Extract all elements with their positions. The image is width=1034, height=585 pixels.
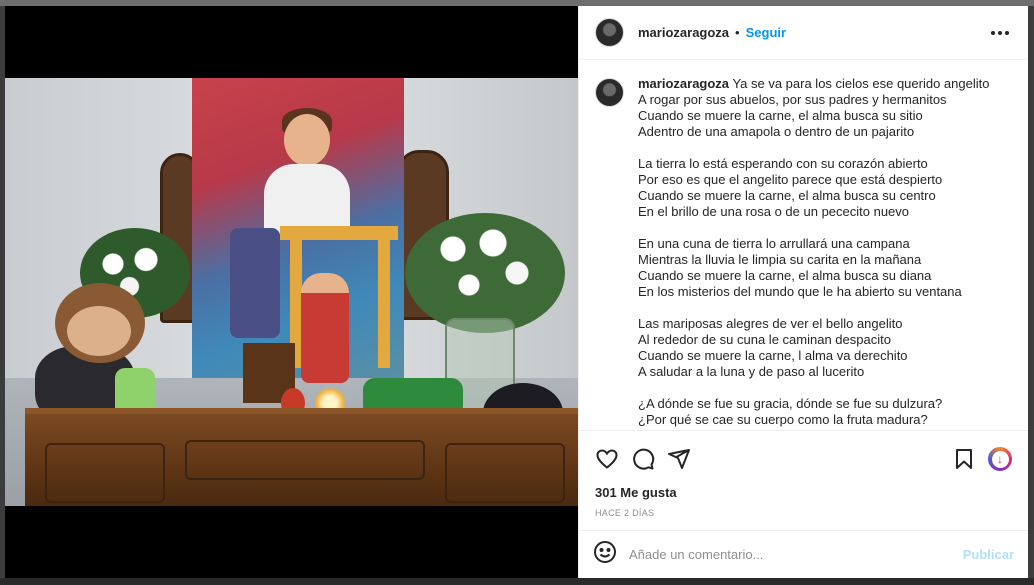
caption-line: La tierra lo está esperando con su coraz… <box>638 156 928 171</box>
caption: mariozaragoza Ya se va para los cielos e… <box>595 76 1012 430</box>
comment-input[interactable] <box>629 547 963 562</box>
caption-line: ¿Por qué se cae su cuerpo como la fruta … <box>638 412 928 427</box>
caption-line: A saludar a la luna y de paso al lucerit… <box>638 364 865 379</box>
post-timestamp[interactable]: HACE 2 DÍAS <box>589 500 1018 530</box>
comment-form: Publicar <box>579 530 1028 578</box>
heart-icon <box>596 449 618 469</box>
caption-stanza: Las mariposas alegres de ver el bello an… <box>638 316 989 380</box>
comment-icon <box>633 448 655 470</box>
caption-line: Mientras la lluvia le limpia su carita e… <box>638 252 922 267</box>
post-actions: ↓ 301 Me gusta HACE 2 DÍAS <box>579 430 1028 530</box>
download-button[interactable]: ↓ <box>982 441 1018 477</box>
caption-line: ¿A dónde se fue su gracia, dónde se fue … <box>638 396 943 411</box>
comments-area[interactable]: mariozaragoza Ya se va para los cielos e… <box>579 60 1028 430</box>
post-photo[interactable] <box>5 78 578 506</box>
caption-line: A rogar por sus abuelos, por sus padres … <box>638 92 947 107</box>
caption-stanza: ¿A dónde se fue su gracia, dónde se fue … <box>638 396 989 428</box>
photo-drawer <box>185 440 425 480</box>
post-side-panel: mariozaragoza • Seguir mariozaragoza Ya … <box>578 6 1028 578</box>
header-username[interactable]: mariozaragoza <box>638 25 729 40</box>
post-header: mariozaragoza • Seguir <box>579 6 1028 60</box>
more-options-icon[interactable] <box>988 21 1012 45</box>
caption-line: En una cuna de tierra lo arrullará una c… <box>638 236 910 251</box>
follow-button[interactable]: Seguir <box>746 25 786 40</box>
caption-line: Adentro de una amapola o dentro de un pa… <box>638 124 915 139</box>
photo-drawer <box>45 443 165 503</box>
caption-line: Las mariposas alegres de ver el bello an… <box>638 316 903 331</box>
download-icon: ↓ <box>988 447 1012 471</box>
caption-line: Al rededor de su cuna le caminan despaci… <box>638 332 891 347</box>
caption-line: Por eso es que el angelito parece que es… <box>638 172 943 187</box>
header-separator: • <box>735 25 740 40</box>
caption-line: Cuando se muere la carne, el alma busca … <box>638 108 923 123</box>
caption-stanza: mariozaragoza Ya se va para los cielos e… <box>638 76 989 140</box>
photo-drawer <box>445 443 565 503</box>
caption-stanza: La tierra lo está esperando con su coraz… <box>638 156 989 220</box>
emoji-icon <box>594 541 616 563</box>
photo-monkey-face <box>67 306 131 356</box>
share-icon <box>668 449 690 469</box>
caption-stanza: En una cuna de tierra lo arrullará una c… <box>638 236 989 300</box>
caption-line: Cuando se muere la carne, el alma busca … <box>638 188 936 203</box>
emoji-button[interactable] <box>593 540 617 569</box>
publish-button[interactable]: Publicar <box>963 547 1014 562</box>
backdrop-bottom-strip <box>0 578 1034 585</box>
avatar[interactable] <box>595 18 624 47</box>
action-row: ↓ <box>589 439 1018 479</box>
likes-count[interactable]: 301 Me gusta <box>589 479 1018 500</box>
caption-line: Ya se va para los cielos ese querido ang… <box>732 76 990 91</box>
photo-statue <box>301 273 349 383</box>
caption-line: En los misterios del mundo que le ha abi… <box>638 284 962 299</box>
like-button[interactable] <box>589 441 625 477</box>
painting-boy-body <box>264 164 350 234</box>
painting-boy-head <box>284 114 330 166</box>
post-media[interactable] <box>5 6 578 578</box>
bookmark-icon <box>956 449 972 469</box>
post-modal: mariozaragoza • Seguir mariozaragoza Ya … <box>5 6 1028 578</box>
comment-button[interactable] <box>625 441 661 477</box>
caption-line: En el brillo de una rosa o de un pececit… <box>638 204 910 219</box>
avatar[interactable] <box>595 78 624 107</box>
share-button[interactable] <box>661 441 697 477</box>
caption-line: Cuando se muere la carne, el alma busca … <box>638 268 932 283</box>
caption-username[interactable]: mariozaragoza <box>638 76 729 91</box>
painting-boy-legs <box>230 228 280 338</box>
photo-flowers-right <box>405 213 565 333</box>
save-button[interactable] <box>946 441 982 477</box>
caption-text: mariozaragoza Ya se va para los cielos e… <box>638 76 989 430</box>
caption-line: Cuando se muere la carne, l alma va dere… <box>638 348 908 363</box>
painting-chair-leg <box>378 238 390 368</box>
photo-painting <box>192 78 404 378</box>
